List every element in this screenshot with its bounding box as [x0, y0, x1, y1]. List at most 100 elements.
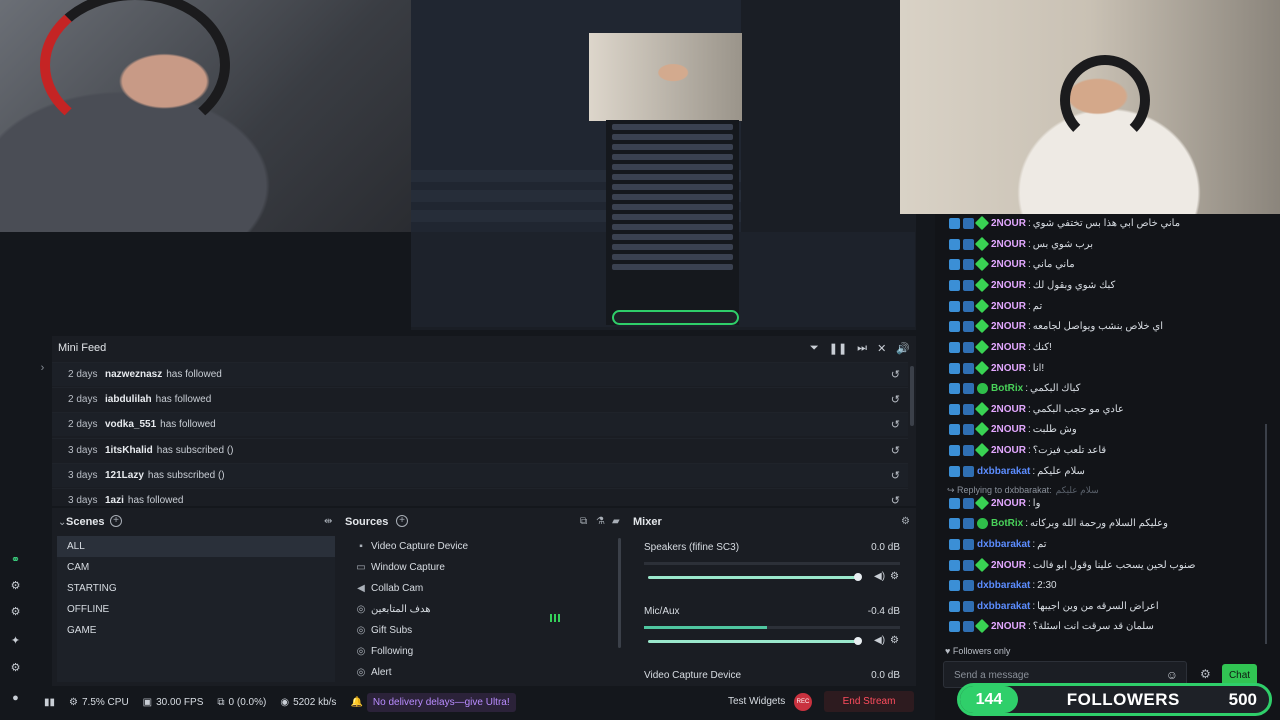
sources-scrollbar[interactable] [618, 538, 621, 648]
verified-badge-icon[interactable] [974, 339, 990, 355]
badge-icon[interactable] [963, 465, 974, 477]
scene-item[interactable]: CAM [57, 557, 335, 578]
mixer-settings-icon[interactable]: ⚙ [901, 516, 910, 527]
scene-item[interactable]: OFFLINE [57, 599, 335, 620]
verified-badge-icon[interactable] [974, 401, 990, 417]
add-scene-icon[interactable]: + [110, 515, 122, 527]
badge-icon[interactable] [963, 238, 974, 250]
replay-icon[interactable]: ↺ [891, 444, 900, 457]
chat-username[interactable]: 2NOUR [991, 404, 1026, 415]
badge-icon[interactable] [949, 238, 960, 250]
verified-badge-icon[interactable] [974, 421, 990, 437]
source-item[interactable]: ◎ Gift Subs [355, 620, 413, 641]
badge-icon[interactable] [963, 300, 974, 312]
gear-icon[interactable]: ⚙ [890, 571, 899, 582]
badge-icon[interactable] [949, 403, 960, 415]
speaker-icon[interactable]: ◀) [874, 635, 885, 646]
mute-alerts-icon[interactable]: ✕ [877, 342, 886, 355]
folder-icon[interactable]: ⧉ [580, 516, 587, 527]
badge-icon[interactable] [963, 600, 974, 612]
user-icon[interactable]: ● [9, 692, 22, 705]
emoji-icon[interactable]: ☺ [1166, 668, 1178, 682]
replay-icon[interactable]: ↺ [891, 368, 900, 381]
chat-username[interactable]: 2NOUR [991, 424, 1026, 435]
scene-item[interactable]: ALL [57, 536, 335, 557]
badge-icon[interactable] [949, 217, 960, 229]
badge-icon[interactable] [963, 620, 974, 632]
replay-icon[interactable]: ↺ [891, 469, 900, 482]
badge-icon[interactable] [949, 258, 960, 270]
add-source-icon[interactable]: + [396, 515, 408, 527]
badge-icon[interactable] [963, 320, 974, 332]
badge-icon[interactable] [963, 279, 974, 291]
badge-icon[interactable] [963, 258, 974, 270]
verified-badge-icon[interactable] [974, 318, 990, 334]
chat-scrollbar[interactable] [1265, 424, 1267, 644]
badge-icon[interactable] [963, 559, 974, 571]
chat-username[interactable]: 2NOUR [991, 239, 1026, 250]
badge-icon[interactable] [949, 382, 960, 394]
chat-username[interactable]: 2NOUR [991, 342, 1026, 353]
verified-badge-icon[interactable] [974, 618, 990, 634]
chat-username[interactable]: 2NOUR [991, 445, 1026, 456]
chat-username[interactable]: dxbbarakat [977, 539, 1030, 550]
badge-icon[interactable] [949, 320, 960, 332]
chat-username[interactable]: 2NOUR [991, 218, 1026, 229]
badge-icon[interactable] [963, 217, 974, 229]
badge-icon[interactable] [949, 538, 960, 550]
badge-icon[interactable] [963, 423, 974, 435]
test-widgets-button[interactable]: Test Widgets [728, 696, 785, 707]
verified-badge-icon[interactable] [974, 277, 990, 293]
badge-icon[interactable] [963, 579, 974, 591]
sparkle-icon[interactable]: ✦ [9, 635, 22, 648]
badge-icon[interactable] [949, 579, 960, 591]
chat-username[interactable]: 2NOUR [991, 259, 1026, 270]
record-icon[interactable]: REC [794, 693, 812, 711]
chat-username[interactable]: 2NOUR [991, 301, 1026, 312]
badge-icon[interactable] [963, 517, 974, 529]
slider-knob[interactable] [853, 637, 862, 645]
slider-knob[interactable] [853, 573, 862, 581]
chat-username[interactable]: 2NOUR [991, 321, 1026, 332]
verified-badge-icon[interactable] [974, 360, 990, 376]
source-item[interactable]: ◀ Collab Cam [355, 578, 423, 599]
verified-badge-icon[interactable] [974, 215, 990, 231]
scene-item[interactable]: GAME [57, 620, 335, 641]
badge-icon[interactable] [949, 600, 960, 612]
replay-icon[interactable]: ↺ [891, 393, 900, 406]
chat-username[interactable]: 2NOUR [991, 498, 1026, 509]
filter-icon[interactable]: ⚗ [596, 516, 605, 527]
chat-username[interactable]: 2NOUR [991, 560, 1026, 571]
ultra-upsell-link[interactable]: No delivery delays—give Ultra! [366, 692, 516, 712]
link-icon[interactable]: ⚭ [9, 554, 22, 567]
source-item[interactable]: ▪ Video Capture Device [355, 536, 468, 557]
chat-username[interactable]: 2NOUR [991, 280, 1026, 291]
chat-username[interactable]: dxbbarakat [977, 601, 1030, 612]
verified-badge-icon[interactable] [974, 298, 990, 314]
badge-icon[interactable] [949, 559, 960, 571]
speaker-icon[interactable]: ◀) [874, 571, 885, 582]
replay-icon[interactable]: ↺ [891, 494, 900, 506]
source-item[interactable]: ◎ Alert [355, 662, 392, 682]
verified-badge-icon[interactable] [974, 236, 990, 252]
folder-add-icon[interactable]: ▰ [612, 516, 620, 527]
plugin-icon[interactable]: ⚙ [9, 580, 22, 593]
badge-icon[interactable] [949, 423, 960, 435]
verified-badge-icon[interactable] [974, 256, 990, 272]
replay-icon[interactable]: ↺ [891, 418, 900, 431]
gear-icon[interactable]: ⚙ [890, 635, 899, 646]
settings-icon[interactable]: ⚙ [9, 662, 22, 675]
bot-badge-icon[interactable] [977, 517, 988, 529]
collapse-chevron-icon[interactable]: › [36, 362, 49, 375]
bot-badge-icon[interactable] [977, 382, 988, 394]
notification-bell-icon[interactable]: 🔔 [350, 697, 362, 708]
scene-item[interactable]: STARTING [57, 578, 335, 599]
scene-transition-icon[interactable]: ⇹ [324, 516, 332, 527]
mini-feed-scrollbar[interactable] [910, 366, 914, 426]
badge-icon[interactable] [949, 620, 960, 632]
badge-icon[interactable] [963, 362, 974, 374]
chat-username[interactable]: BotRix [991, 383, 1023, 394]
badge-icon[interactable] [949, 300, 960, 312]
chat-username[interactable]: 2NOUR [991, 363, 1026, 374]
skip-icon[interactable]: ⏭ [857, 342, 867, 355]
